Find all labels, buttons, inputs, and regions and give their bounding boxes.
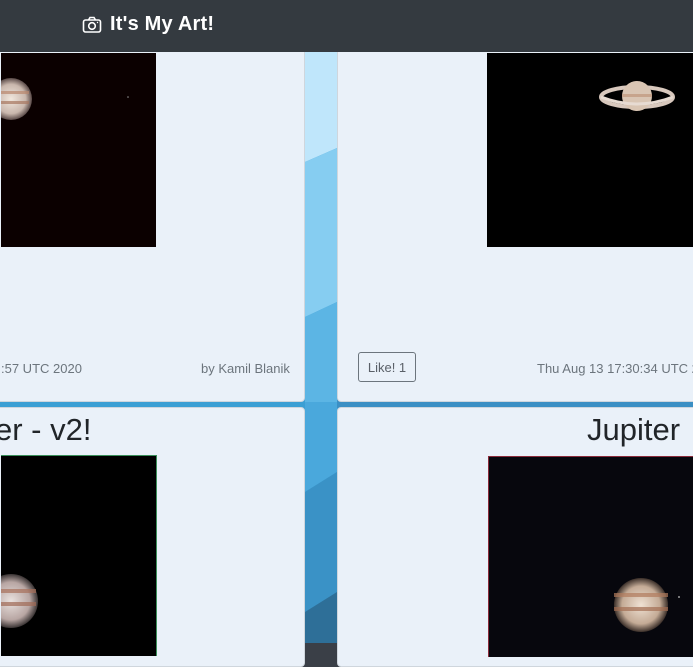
art-card-2: Like! 1 Thu Aug 13 17:30:34 UTC 20 bbox=[337, 40, 693, 402]
card-title: Jupiter bbox=[587, 412, 681, 447]
top-navbar: It's My Art! bbox=[0, 0, 693, 52]
background-sky-stripe bbox=[305, 52, 337, 643]
jupiter-photo bbox=[1, 574, 38, 628]
art-card-4: Jupiter bbox=[337, 407, 693, 667]
art-card-3: er - v2! bbox=[0, 407, 305, 667]
camera-icon bbox=[82, 16, 102, 33]
artwork-image bbox=[1, 53, 156, 247]
jupiter-photo bbox=[614, 578, 680, 632]
artwork-image bbox=[488, 456, 693, 657]
card-date: Thu Aug 13 17:30:34 UTC 20 bbox=[537, 361, 693, 376]
saturn-photo bbox=[599, 81, 675, 111]
card-title: er - v2! bbox=[0, 412, 92, 447]
artwork-image bbox=[1, 455, 157, 656]
jupiter-photo bbox=[1, 78, 129, 120]
card-author: by Kamil Blanik bbox=[201, 361, 290, 376]
like-button[interactable]: Like! 1 bbox=[358, 352, 416, 382]
brand-link[interactable]: It's My Art! bbox=[82, 13, 214, 36]
artwork-image bbox=[487, 53, 693, 247]
app-title: It's My Art! bbox=[110, 13, 215, 35]
card-date: :57 UTC 2020 bbox=[1, 361, 82, 376]
art-card-1: :57 UTC 2020 by Kamil Blanik bbox=[0, 40, 305, 402]
